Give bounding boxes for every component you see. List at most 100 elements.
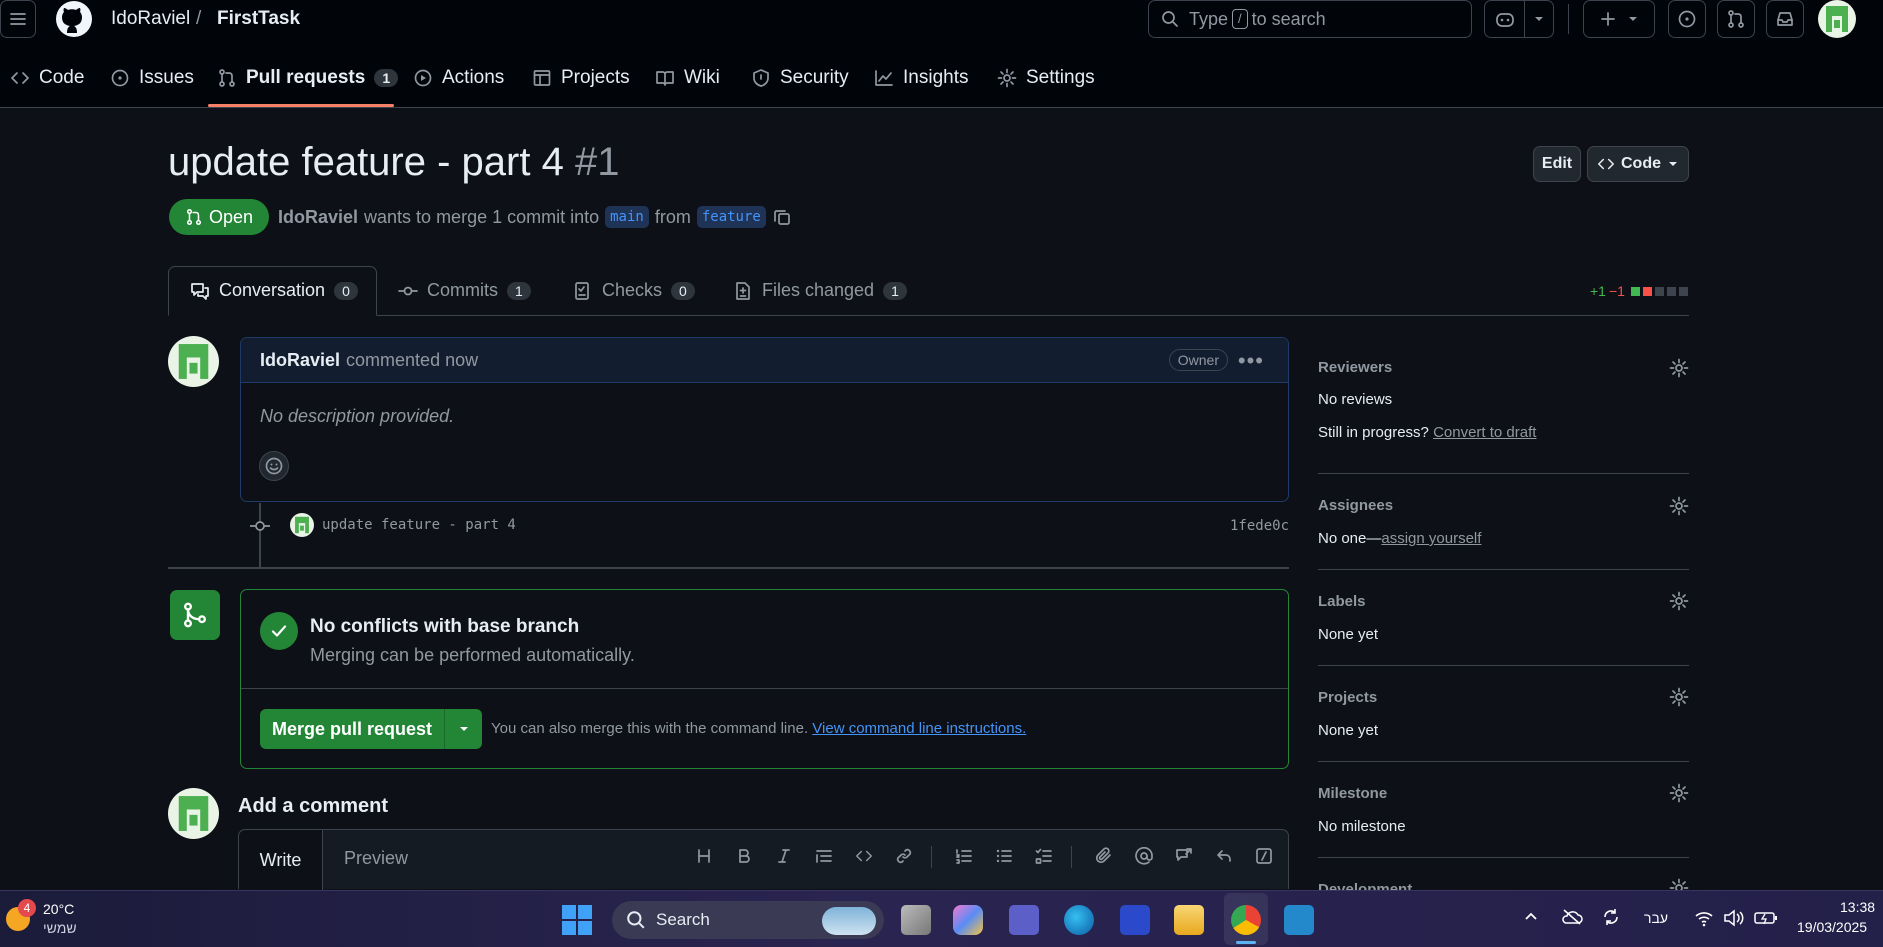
projects-gear-icon[interactable] [1669,687,1689,707]
tab-settings[interactable]: Settings [997,64,1095,92]
input-language[interactable]: עבר [1644,910,1668,926]
tab-insights[interactable]: Insights [874,64,968,92]
github-logo-icon[interactable] [55,0,93,38]
write-tab[interactable]: Write [239,830,323,890]
assign-yourself-link[interactable]: assign yourself [1381,530,1481,547]
tab-files-changed[interactable]: Files changed 1 [733,280,907,301]
menu-button[interactable] [0,0,36,38]
tab-label: Code [39,67,85,88]
copilot-app-icon[interactable] [953,905,983,935]
pull-requests-button[interactable] [1717,0,1755,38]
inbox-button[interactable] [1766,0,1804,38]
commit-author-avatar[interactable] [290,513,314,537]
comment-time[interactable]: commented now [346,350,478,371]
code-icon[interactable] [852,844,876,868]
code-dropdown-button[interactable]: Code [1587,146,1689,182]
assignees-gear-icon[interactable] [1669,496,1689,516]
ordered-list-icon[interactable] [952,844,976,868]
attach-icon[interactable] [1092,844,1116,868]
mention-icon[interactable] [1132,844,1156,868]
volume-icon[interactable] [1723,909,1745,927]
status-label: Open [208,206,254,227]
task-view-icon[interactable] [901,905,931,935]
file-explorer-icon[interactable] [1174,905,1204,935]
copy-icon[interactable] [772,207,792,227]
wifi-icon[interactable] [1694,909,1714,927]
convert-to-draft-link[interactable]: Convert to draft [1433,424,1536,441]
taskbar-search-label: Search [656,910,710,929]
tab-actions[interactable]: Actions [413,64,504,92]
tab-label: Wiki [684,67,720,88]
assignees-title[interactable]: Assignees [1318,497,1393,514]
tab-commits[interactable]: Commits 1 [398,280,531,301]
deletions-count: −1 [1608,283,1625,299]
edit-label: Edit [1541,155,1573,172]
pull-request-icon [1728,10,1744,28]
reviewers-title[interactable]: Reviewers [1318,359,1392,376]
preview-tab[interactable]: Preview [344,848,408,869]
tab-conversation[interactable]: Conversation 0 [190,280,358,301]
repo-name-link[interactable]: FirstTask [217,8,300,30]
taskbar-search[interactable]: Search [612,901,884,939]
merge-options-dropdown[interactable] [444,709,482,749]
add-reaction-button[interactable] [259,451,289,481]
quote-icon[interactable] [812,844,836,868]
milestone-title[interactable]: Milestone [1318,785,1387,802]
cross-reference-icon[interactable] [1172,844,1196,868]
labels-gear-icon[interactable] [1669,591,1689,611]
vscode-icon[interactable] [1284,905,1314,935]
repo-owner-link[interactable]: IdoRaviel [111,8,190,30]
chevron-up-icon[interactable] [1523,909,1539,925]
weather-temperature[interactable]: 20°C [43,901,74,917]
app-icon[interactable] [1120,905,1150,935]
labels-title[interactable]: Labels [1318,593,1366,610]
sidebar-divider [1318,761,1689,762]
tab-code[interactable]: Code [10,64,84,92]
create-new-button[interactable] [1583,0,1655,38]
windows-start-icon[interactable] [562,905,592,935]
command-line-instructions-link[interactable]: View command line instructions. [812,720,1026,737]
head-branch[interactable]: feature [696,206,766,228]
gear-icon [997,68,1017,88]
sync-icon[interactable] [1601,907,1621,927]
tab-issues[interactable]: Issues [110,64,194,92]
more-options-icon[interactable]: ••• [1238,348,1264,374]
commit-sha-link[interactable]: 1fede0c [1230,518,1289,534]
edit-button[interactable]: Edit [1533,146,1581,182]
cloud-offline-icon[interactable] [1561,909,1583,925]
clock-date[interactable]: 19/03/2025 [1797,919,1867,935]
chrome-icon[interactable] [1231,905,1261,935]
italic-icon[interactable] [772,844,796,868]
edge-icon[interactable] [1064,905,1094,935]
heading-icon[interactable] [692,844,716,868]
saved-replies-icon[interactable] [1212,844,1236,868]
user-avatar[interactable] [1818,0,1856,38]
commit-message-link[interactable]: update feature - part 4 [322,517,516,533]
search-input[interactable]: Type / to search [1148,0,1472,38]
reviewers-gear-icon[interactable] [1669,358,1689,378]
teams-icon[interactable] [1009,905,1039,935]
clock-time[interactable]: 13:38 [1840,899,1875,915]
issues-button[interactable] [1668,0,1706,38]
battery-icon[interactable] [1754,910,1778,926]
bold-icon[interactable] [732,844,756,868]
pr-author-link[interactable]: IdoRaviel [278,207,358,228]
unordered-list-icon[interactable] [992,844,1016,868]
timeline-line [259,503,261,567]
tab-wiki[interactable]: Wiki [655,64,720,92]
current-user-avatar[interactable] [168,788,219,839]
base-branch[interactable]: main [605,206,649,228]
tab-security[interactable]: Security [751,64,849,92]
task-list-icon[interactable] [1032,844,1056,868]
copilot-button[interactable] [1484,0,1554,38]
milestone-gear-icon[interactable] [1669,783,1689,803]
tab-projects[interactable]: Projects [532,64,630,92]
projects-title[interactable]: Projects [1318,689,1377,706]
comment-author-avatar[interactable] [168,336,219,387]
merge-pull-request-button[interactable]: Merge pull request [260,709,444,749]
tab-pull-requests[interactable]: Pull requests 1 [217,64,399,92]
tab-checks[interactable]: Checks 0 [573,280,695,301]
comment-author-link[interactable]: IdoRaviel [260,350,340,371]
link-icon[interactable] [892,844,916,868]
slash-commands-icon[interactable] [1252,844,1276,868]
